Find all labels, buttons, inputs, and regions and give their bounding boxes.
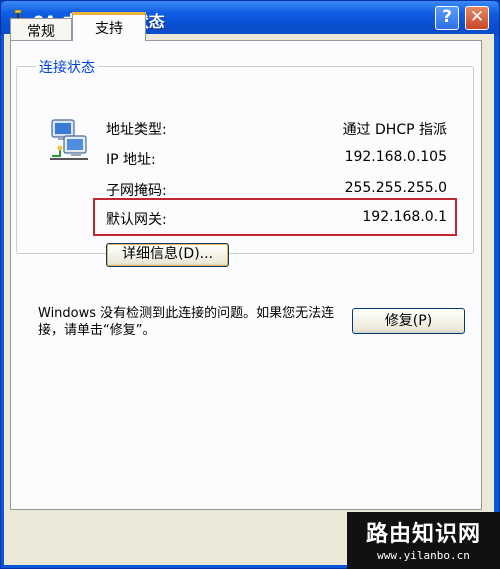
ip-address-value: 192.168.0.105 <box>344 149 447 165</box>
watermark-url: www.yilanbo.cn <box>377 549 470 562</box>
watermark: 路由知识网 www.yilanbo.cn <box>347 512 500 569</box>
diagnostic-message: Windows 没有检测到此连接的问题。如果您无法连接，请单击“修复”。 <box>38 306 335 338</box>
subnet-mask-label: 子网掩码: <box>106 183 167 199</box>
ip-address-label: IP 地址: <box>106 152 156 168</box>
gateway-highlight-box <box>93 198 457 236</box>
network-computers-icon <box>50 119 88 160</box>
subnet-mask-value: 255.255.255.0 <box>344 180 447 196</box>
connection-status-label: 连接状态 <box>36 57 98 77</box>
watermark-title: 路由知识网 <box>365 522 481 547</box>
tab-support[interactable]: 支持 <box>72 12 146 41</box>
close-button[interactable]: ✕ <box>465 6 489 30</box>
tab-general[interactable]: 常规 <box>10 18 72 40</box>
address-type-label: 地址类型: <box>106 122 167 138</box>
address-type-value: 通过 DHCP 指派 <box>342 122 447 138</box>
details-button[interactable]: 详细信息(D)... <box>106 243 229 267</box>
help-button[interactable]: ? <box>435 6 459 30</box>
repair-button[interactable]: 修复(P) <box>352 308 465 334</box>
